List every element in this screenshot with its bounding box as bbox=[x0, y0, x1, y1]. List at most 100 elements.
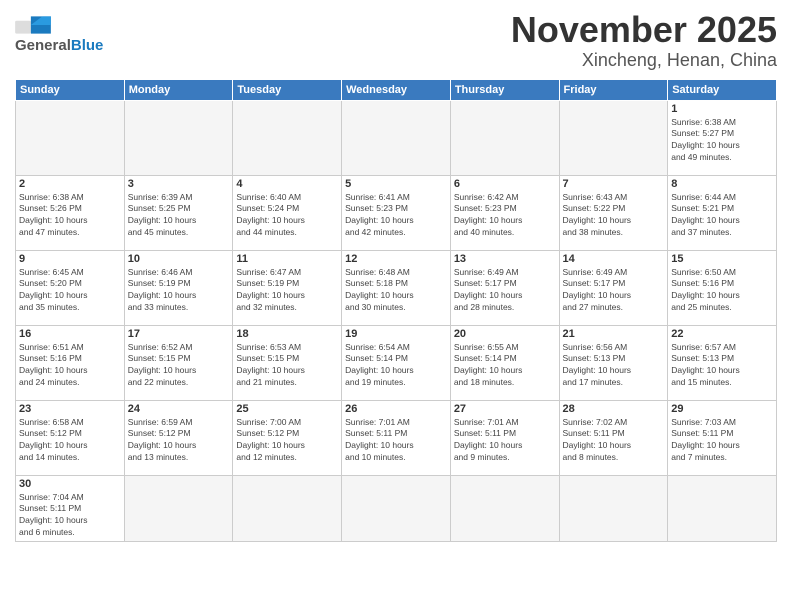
day-number: 16 bbox=[19, 328, 121, 340]
title-area: November 2025 Xincheng, Henan, China bbox=[511, 10, 777, 71]
day-info: Sunrise: 6:59 AM Sunset: 5:12 PM Dayligh… bbox=[128, 417, 230, 465]
day-info: Sunrise: 6:43 AM Sunset: 5:22 PM Dayligh… bbox=[563, 192, 665, 240]
day-cell bbox=[124, 100, 233, 175]
day-cell: 11 Sunrise: 6:47 AM Sunset: 5:19 PM Dayli… bbox=[233, 250, 342, 325]
weekday-header-wednesday: Wednesday bbox=[342, 79, 451, 100]
weekday-header-monday: Monday bbox=[124, 79, 233, 100]
day-number: 23 bbox=[19, 403, 121, 415]
day-cell: 17 Sunrise: 6:52 AM Sunset: 5:15 PM Dayli… bbox=[124, 325, 233, 400]
day-cell: 28 Sunrise: 7:02 AM Sunset: 5:11 PM Dayli… bbox=[559, 400, 668, 475]
day-number: 24 bbox=[128, 403, 230, 415]
day-info: Sunrise: 6:50 AM Sunset: 5:16 PM Dayligh… bbox=[671, 267, 773, 315]
day-cell: 24 Sunrise: 6:59 AM Sunset: 5:12 PM Dayli… bbox=[124, 400, 233, 475]
day-cell bbox=[16, 100, 125, 175]
day-cell bbox=[342, 100, 451, 175]
day-info: Sunrise: 6:51 AM Sunset: 5:16 PM Dayligh… bbox=[19, 342, 121, 390]
day-info: Sunrise: 7:04 AM Sunset: 5:11 PM Dayligh… bbox=[19, 492, 121, 540]
day-info: Sunrise: 6:52 AM Sunset: 5:15 PM Dayligh… bbox=[128, 342, 230, 390]
day-number: 10 bbox=[128, 253, 230, 265]
location-title: Xincheng, Henan, China bbox=[511, 50, 777, 71]
day-number: 22 bbox=[671, 328, 773, 340]
day-number: 20 bbox=[454, 328, 556, 340]
logo-general: General bbox=[15, 37, 71, 54]
day-cell bbox=[342, 475, 451, 542]
day-info: Sunrise: 6:44 AM Sunset: 5:21 PM Dayligh… bbox=[671, 192, 773, 240]
day-cell: 16 Sunrise: 6:51 AM Sunset: 5:16 PM Dayli… bbox=[16, 325, 125, 400]
day-number: 25 bbox=[236, 403, 338, 415]
day-info: Sunrise: 6:56 AM Sunset: 5:13 PM Dayligh… bbox=[563, 342, 665, 390]
calendar-page: GeneralBlue November 2025 Xincheng, Hena… bbox=[0, 0, 792, 612]
day-cell: 2Sunrise: 6:38 AM Sunset: 5:26 PM Daylig… bbox=[16, 175, 125, 250]
day-info: Sunrise: 6:42 AM Sunset: 5:23 PM Dayligh… bbox=[454, 192, 556, 240]
day-cell: 15Sunrise: 6:50 AM Sunset: 5:16 PM Dayli… bbox=[668, 250, 777, 325]
day-number: 17 bbox=[128, 328, 230, 340]
day-number: 5 bbox=[345, 178, 447, 190]
day-info: Sunrise: 6:55 AM Sunset: 5:14 PM Dayligh… bbox=[454, 342, 556, 390]
day-number: 7 bbox=[563, 178, 665, 190]
weekday-header-sunday: Sunday bbox=[16, 79, 125, 100]
day-cell: 27Sunrise: 7:01 AM Sunset: 5:11 PM Dayli… bbox=[450, 400, 559, 475]
day-number: 19 bbox=[345, 328, 447, 340]
day-cell: 6 Sunrise: 6:42 AM Sunset: 5:23 PM Daylig… bbox=[450, 175, 559, 250]
day-cell: 14Sunrise: 6:49 AM Sunset: 5:17 PM Dayli… bbox=[559, 250, 668, 325]
week-row-4: 16 Sunrise: 6:51 AM Sunset: 5:16 PM Dayli… bbox=[16, 325, 777, 400]
logo-icon bbox=[15, 15, 51, 35]
day-number: 3 bbox=[128, 178, 230, 190]
day-info: Sunrise: 6:48 AM Sunset: 5:18 PM Dayligh… bbox=[345, 267, 447, 315]
logo-text: GeneralBlue bbox=[15, 37, 103, 54]
day-cell: 18Sunrise: 6:53 AM Sunset: 5:15 PM Dayli… bbox=[233, 325, 342, 400]
day-cell bbox=[124, 475, 233, 542]
day-info: Sunrise: 6:53 AM Sunset: 5:15 PM Dayligh… bbox=[236, 342, 338, 390]
day-cell: 22 Sunrise: 6:57 AM Sunset: 5:13 PM Dayli… bbox=[668, 325, 777, 400]
week-row-5: 23 Sunrise: 6:58 AM Sunset: 5:12 PM Dayli… bbox=[16, 400, 777, 475]
day-info: Sunrise: 6:45 AM Sunset: 5:20 PM Dayligh… bbox=[19, 267, 121, 315]
day-info: Sunrise: 6:57 AM Sunset: 5:13 PM Dayligh… bbox=[671, 342, 773, 390]
day-number: 30 bbox=[19, 478, 121, 490]
day-cell bbox=[233, 475, 342, 542]
day-info: Sunrise: 6:54 AM Sunset: 5:14 PM Dayligh… bbox=[345, 342, 447, 390]
day-cell: 3 Sunrise: 6:39 AM Sunset: 5:25 PM Daylig… bbox=[124, 175, 233, 250]
day-cell: 9 Sunrise: 6:45 AM Sunset: 5:20 PM Daylig… bbox=[16, 250, 125, 325]
weekday-header-tuesday: Tuesday bbox=[233, 79, 342, 100]
day-number: 2 bbox=[19, 178, 121, 190]
weekday-header-row: SundayMondayTuesdayWednesdayThursdayFrid… bbox=[16, 79, 777, 100]
day-info: Sunrise: 6:49 AM Sunset: 5:17 PM Dayligh… bbox=[563, 267, 665, 315]
day-cell: 26 Sunrise: 7:01 AM Sunset: 5:11 PM Dayli… bbox=[342, 400, 451, 475]
day-cell: 19 Sunrise: 6:54 AM Sunset: 5:14 PM Dayli… bbox=[342, 325, 451, 400]
logo-blue: Blue bbox=[71, 37, 104, 54]
day-info: Sunrise: 7:02 AM Sunset: 5:11 PM Dayligh… bbox=[563, 417, 665, 465]
day-info: Sunrise: 6:47 AM Sunset: 5:19 PM Dayligh… bbox=[236, 267, 338, 315]
day-cell bbox=[450, 100, 559, 175]
day-cell: 12 Sunrise: 6:48 AM Sunset: 5:18 PM Dayli… bbox=[342, 250, 451, 325]
day-cell bbox=[450, 475, 559, 542]
day-number: 11 bbox=[236, 253, 338, 265]
weekday-header-saturday: Saturday bbox=[668, 79, 777, 100]
day-number: 1 bbox=[671, 103, 773, 115]
day-info: Sunrise: 7:03 AM Sunset: 5:11 PM Dayligh… bbox=[671, 417, 773, 465]
week-row-6: 30 Sunrise: 7:04 AM Sunset: 5:11 PM Dayli… bbox=[16, 475, 777, 542]
day-info: Sunrise: 7:01 AM Sunset: 5:11 PM Dayligh… bbox=[454, 417, 556, 465]
day-number: 4 bbox=[236, 178, 338, 190]
day-cell: 8Sunrise: 6:44 AM Sunset: 5:21 PM Daylig… bbox=[668, 175, 777, 250]
weekday-header-friday: Friday bbox=[559, 79, 668, 100]
week-row-1: 1Sunrise: 6:38 AM Sunset: 5:27 PM Daylig… bbox=[16, 100, 777, 175]
day-number: 28 bbox=[563, 403, 665, 415]
day-cell bbox=[668, 475, 777, 542]
day-cell: 29Sunrise: 7:03 AM Sunset: 5:11 PM Dayli… bbox=[668, 400, 777, 475]
day-info: Sunrise: 6:39 AM Sunset: 5:25 PM Dayligh… bbox=[128, 192, 230, 240]
day-number: 12 bbox=[345, 253, 447, 265]
day-info: Sunrise: 6:46 AM Sunset: 5:19 PM Dayligh… bbox=[128, 267, 230, 315]
month-title: November 2025 bbox=[511, 10, 777, 50]
weekday-header-thursday: Thursday bbox=[450, 79, 559, 100]
logo-area: GeneralBlue bbox=[15, 10, 103, 54]
day-info: Sunrise: 7:01 AM Sunset: 5:11 PM Dayligh… bbox=[345, 417, 447, 465]
day-number: 6 bbox=[454, 178, 556, 190]
day-cell: 1Sunrise: 6:38 AM Sunset: 5:27 PM Daylig… bbox=[668, 100, 777, 175]
day-info: Sunrise: 6:58 AM Sunset: 5:12 PM Dayligh… bbox=[19, 417, 121, 465]
day-cell: 30 Sunrise: 7:04 AM Sunset: 5:11 PM Dayli… bbox=[16, 475, 125, 542]
day-info: Sunrise: 6:41 AM Sunset: 5:23 PM Dayligh… bbox=[345, 192, 447, 240]
day-number: 9 bbox=[19, 253, 121, 265]
day-number: 26 bbox=[345, 403, 447, 415]
day-cell: 5 Sunrise: 6:41 AM Sunset: 5:23 PM Daylig… bbox=[342, 175, 451, 250]
calendar-table: SundayMondayTuesdayWednesdayThursdayFrid… bbox=[15, 79, 777, 543]
